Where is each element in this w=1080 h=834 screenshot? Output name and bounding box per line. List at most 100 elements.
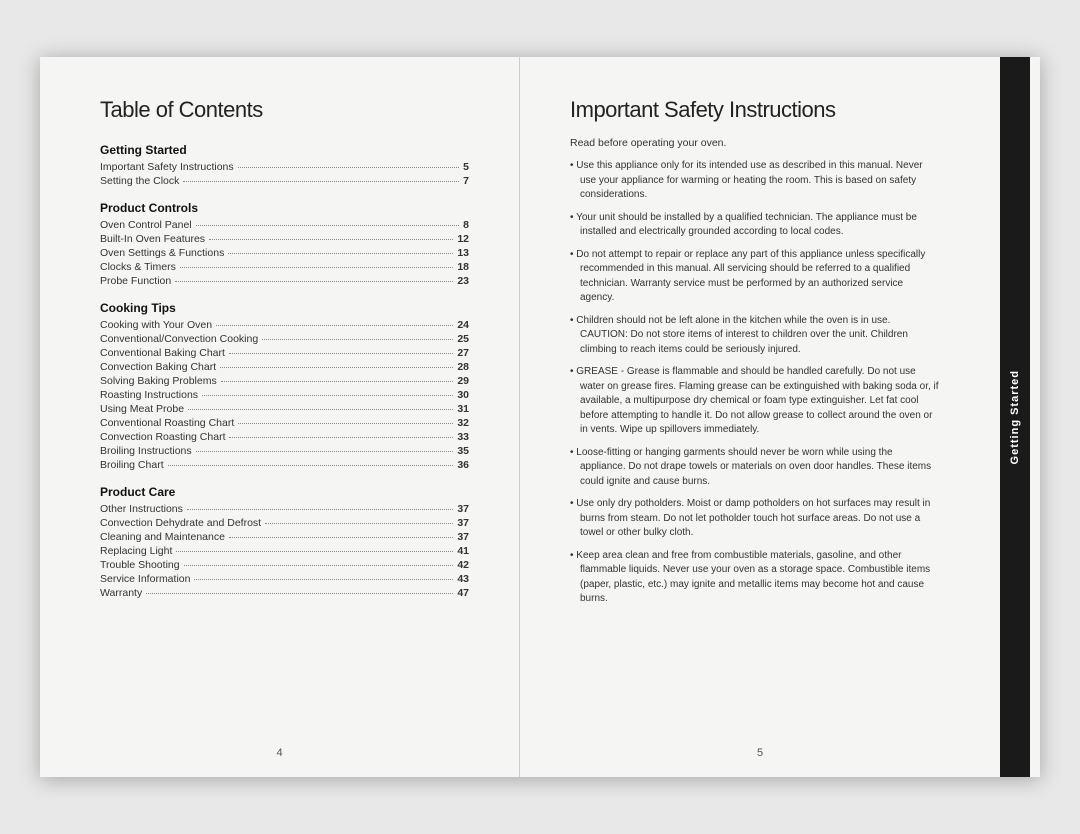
- toc-page-number: 31: [457, 403, 469, 415]
- toc-page-number: 37: [457, 503, 469, 515]
- toc-dots: [168, 465, 454, 466]
- toc-dots: [175, 281, 453, 282]
- toc-item-label: Convection Dehydrate and Defrost: [100, 517, 261, 529]
- safety-bullet: Children should not be left alone in the…: [570, 314, 940, 358]
- toc-dots: [180, 267, 453, 268]
- toc-dots: [194, 579, 453, 580]
- right-page-number: 5: [757, 747, 763, 759]
- toc-dots: [229, 537, 453, 538]
- toc-section-header: Getting Started: [100, 143, 469, 157]
- toc-dots: [188, 409, 453, 410]
- toc-page-number: 5: [463, 161, 469, 173]
- toc-item-label: Cleaning and Maintenance: [100, 531, 225, 543]
- left-page-title: Table of Contents: [100, 97, 469, 123]
- safety-bullet: Use only dry potholders. Moist or damp p…: [570, 497, 940, 541]
- toc-page-number: 36: [457, 459, 469, 471]
- toc-item: Trouble Shooting 42: [100, 559, 469, 571]
- toc-item: Built-In Oven Features 12: [100, 233, 469, 245]
- safety-bullet: Do not attempt to repair or replace any …: [570, 248, 940, 306]
- toc-item: Using Meat Probe 31: [100, 403, 469, 415]
- toc-item: Convection Roasting Chart 33: [100, 431, 469, 443]
- safety-intro: Read before operating your oven.: [570, 137, 940, 149]
- toc-item-label: Cooking with Your Oven: [100, 319, 212, 331]
- toc-dots: [146, 593, 453, 594]
- toc-item-label: Setting the Clock: [100, 175, 179, 187]
- toc-item: Convection Baking Chart 28: [100, 361, 469, 373]
- toc-dots: [184, 565, 454, 566]
- toc-item-label: Broiling Chart: [100, 459, 164, 471]
- toc-dots: [228, 253, 453, 254]
- getting-started-tab: Getting Started: [1000, 57, 1030, 777]
- toc-item-label: Built-In Oven Features: [100, 233, 205, 245]
- toc-page-number: 32: [457, 417, 469, 429]
- toc-item-label: Replacing Light: [100, 545, 172, 557]
- toc-section-header: Product Care: [100, 485, 469, 499]
- toc-item-label: Using Meat Probe: [100, 403, 184, 415]
- toc-dots: [202, 395, 453, 396]
- toc-item: Service Information43: [100, 573, 469, 585]
- right-page: Getting Started Important Safety Instruc…: [520, 57, 1000, 777]
- toc-section-header: Product Controls: [100, 201, 469, 215]
- toc-item-label: Trouble Shooting: [100, 559, 180, 571]
- toc-item: Setting the Clock 7: [100, 175, 469, 187]
- toc-item-label: Important Safety Instructions: [100, 161, 234, 173]
- toc-item: Conventional Baking Chart 27: [100, 347, 469, 359]
- safety-bullet: Use this appliance only for its intended…: [570, 159, 940, 203]
- toc-container: Getting Started Important Safety Instruct…: [100, 143, 469, 599]
- toc-item: Cooking with Your Oven24: [100, 319, 469, 331]
- toc-page-number: 33: [457, 431, 469, 443]
- toc-item-label: Conventional Baking Chart: [100, 347, 225, 359]
- toc-item: Conventional/Convection Cooking25: [100, 333, 469, 345]
- toc-dots: [209, 239, 453, 240]
- safety-bullet: Loose-fitting or hanging garments should…: [570, 446, 940, 490]
- toc-page-number: 7: [463, 175, 469, 187]
- toc-item-label: Service Information: [100, 573, 190, 585]
- toc-item: Solving Baking Problems29: [100, 375, 469, 387]
- toc-item: Oven Control Panel 8: [100, 219, 469, 231]
- toc-page-number: 8: [463, 219, 469, 231]
- toc-item: Important Safety Instructions 5: [100, 161, 469, 173]
- toc-item-label: Oven Settings & Functions: [100, 247, 224, 259]
- left-page: Table of Contents Getting Started Importa…: [40, 57, 520, 777]
- toc-item-label: Roasting Instructions: [100, 389, 198, 401]
- toc-page-number: 30: [457, 389, 469, 401]
- toc-item-label: Solving Baking Problems: [100, 375, 217, 387]
- toc-item-label: Warranty: [100, 587, 142, 599]
- toc-item-label: Other Instructions: [100, 503, 183, 515]
- toc-dots: [262, 339, 453, 340]
- toc-page-number: 42: [457, 559, 469, 571]
- toc-dots: [265, 523, 453, 524]
- toc-dots: [229, 353, 453, 354]
- toc-page-number: 23: [457, 275, 469, 287]
- toc-item: Convection Dehydrate and Defrost37: [100, 517, 469, 529]
- toc-item-label: Convection Baking Chart: [100, 361, 216, 373]
- toc-item: Cleaning and Maintenance 37: [100, 531, 469, 543]
- toc-item: Other Instructions 37: [100, 503, 469, 515]
- toc-item: Clocks & Timers18: [100, 261, 469, 273]
- toc-dots: [221, 381, 454, 382]
- toc-page-number: 18: [457, 261, 469, 273]
- toc-page-number: 25: [457, 333, 469, 345]
- toc-dots: [238, 423, 453, 424]
- toc-page-number: 27: [457, 347, 469, 359]
- toc-item-label: Probe Function: [100, 275, 171, 287]
- toc-item: Replacing Light41: [100, 545, 469, 557]
- toc-item-label: Convection Roasting Chart: [100, 431, 225, 443]
- safety-bullet: Your unit should be installed by a quali…: [570, 211, 940, 240]
- toc-item-label: Oven Control Panel: [100, 219, 192, 231]
- toc-dots: [196, 225, 460, 226]
- toc-dots: [187, 509, 453, 510]
- toc-page-number: 12: [457, 233, 469, 245]
- toc-item: Conventional Roasting Chart32: [100, 417, 469, 429]
- toc-dots: [220, 367, 453, 368]
- toc-dots: [216, 325, 453, 326]
- toc-item: Warranty47: [100, 587, 469, 599]
- toc-item: Broiling Chart 36: [100, 459, 469, 471]
- toc-page-number: 37: [457, 531, 469, 543]
- toc-item: Roasting Instructions 30: [100, 389, 469, 401]
- toc-item-label: Broiling Instructions: [100, 445, 192, 457]
- toc-page-number: 28: [457, 361, 469, 373]
- left-page-number: 4: [276, 747, 282, 759]
- toc-dots: [176, 551, 453, 552]
- toc-item: Probe Function 23: [100, 275, 469, 287]
